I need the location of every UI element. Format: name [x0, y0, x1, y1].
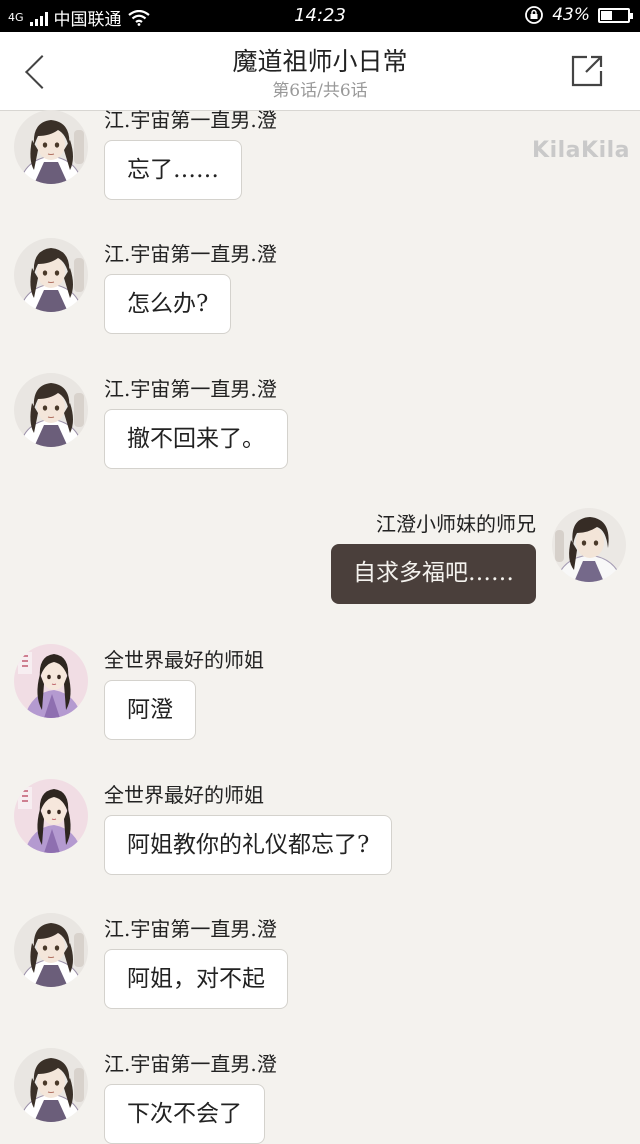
battery-icon: [598, 7, 633, 23]
episode-indicator: 第6话/共6话: [272, 81, 368, 101]
page-title: 魔道祖师小日常: [232, 47, 408, 76]
message-bubble: 阿姐教你的礼仪都忘了?: [104, 815, 393, 875]
battery-percent: 43%: [552, 5, 590, 25]
sender-name: 江澄小师妹的师兄: [376, 512, 536, 536]
message-bubble: 撤不回来了。: [104, 409, 288, 469]
share-icon[interactable]: [570, 54, 604, 88]
kilakila-watermark: KilaKila: [532, 138, 630, 163]
sender-name: 全世界最好的师姐: [104, 783, 264, 807]
message-bubble: 下次不会了: [104, 1084, 265, 1144]
sender-name: 江.宇宙第一直男.澄: [104, 377, 277, 401]
sender-name: 全世界最好的师姐: [104, 648, 264, 672]
message-bubble: 自求多福吧……: [331, 544, 536, 604]
status-bar: 4G 中国联通 14:23 43%: [0, 0, 640, 32]
avatar-jiang-cheng[interactable]: [14, 913, 88, 987]
avatar-jiang-cheng[interactable]: [14, 110, 88, 184]
avatar-jiang-cheng[interactable]: [14, 1048, 88, 1122]
top-nav-bar: 魔道祖师小日常 第6话/共6话: [0, 32, 640, 111]
rotation-lock-icon: [525, 6, 544, 24]
message-bubble: 怎么办?: [104, 274, 232, 334]
message-bubble: 阿姐，对不起: [104, 949, 288, 1009]
avatar-senior-brother[interactable]: [552, 508, 626, 582]
sender-name: 江.宇宙第一直男.澄: [104, 108, 277, 132]
avatar-jiang-cheng[interactable]: [14, 373, 88, 447]
sender-name: 江.宇宙第一直男.澄: [104, 1052, 277, 1076]
message-bubble: 阿澄: [104, 680, 196, 740]
message-bubble: 忘了……: [104, 140, 242, 200]
avatar-shijie[interactable]: [14, 644, 88, 718]
sender-name: 江.宇宙第一直男.澄: [104, 242, 277, 266]
sender-name: 江.宇宙第一直男.澄: [104, 917, 277, 941]
avatar-jiang-cheng[interactable]: [14, 238, 88, 312]
avatar-shijie[interactable]: [14, 779, 88, 853]
